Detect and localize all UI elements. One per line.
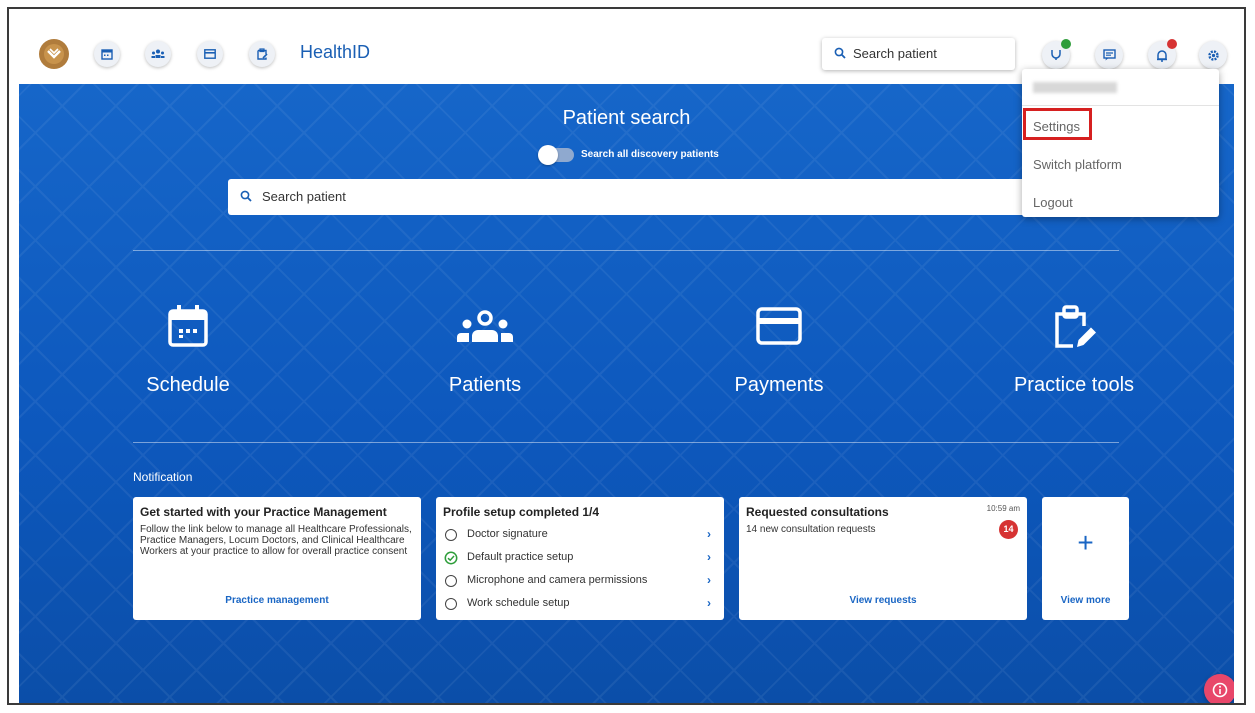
nav-schedule-button[interactable] (94, 41, 120, 67)
chevron-right-icon: › (707, 596, 711, 610)
search-icon (240, 190, 252, 202)
view-requests-link[interactable]: View requests (739, 595, 1027, 606)
tile-patients[interactable]: Patients (385, 304, 585, 397)
patient-search-placeholder: Search patient (262, 189, 346, 204)
help-fab[interactable] (1204, 674, 1234, 703)
checklist-item-label: Microphone and camera permissions (467, 574, 648, 586)
checklist-item-label: Work schedule setup (467, 597, 570, 609)
settings-highlight-box (1023, 108, 1092, 140)
unchecked-circle-icon (445, 575, 457, 587)
view-more-card[interactable]: + View more (1042, 497, 1129, 620)
unchecked-circle-icon (445, 598, 457, 610)
checklist-item-doctor-signature[interactable]: Doctor signature › (443, 527, 717, 551)
header-search-placeholder: Search patient (853, 46, 937, 61)
chevron-right-icon: › (707, 527, 711, 541)
people-icon (151, 49, 165, 58)
requested-consultations-card: Requested consultations 10:59 am 14 new … (739, 497, 1027, 620)
status-button[interactable] (1042, 39, 1071, 69)
settings-button[interactable] (1199, 41, 1227, 69)
divider (133, 442, 1119, 443)
checklist-item-default-practice[interactable]: Default practice setup › (443, 550, 717, 574)
profile-setup-card: Profile setup completed 1/4 Doctor signa… (436, 497, 724, 620)
calendar-icon (168, 305, 208, 347)
gear-icon (1207, 49, 1219, 61)
checklist-item-label: Doctor signature (467, 528, 548, 540)
tile-label: Practice tools (1013, 374, 1135, 396)
patient-search-input[interactable]: Search patient (228, 179, 1029, 215)
consultation-count-badge: 14 (999, 520, 1018, 539)
toggle-knob (538, 145, 558, 165)
discovery-toggle-label: Search all discovery patients (581, 149, 719, 160)
messages-button[interactable] (1095, 41, 1123, 69)
card-body: 14 new consultation requests (746, 524, 876, 535)
card-title: Get started with your Practice Managemen… (140, 505, 387, 519)
logo-icon (44, 44, 64, 64)
clipboard-edit-icon (1055, 305, 1096, 348)
card-title: Requested consultations (746, 505, 889, 519)
tile-label: Payments (734, 374, 824, 396)
tile-label: Schedule (146, 374, 230, 396)
calendar-icon (101, 49, 113, 60)
practice-management-link[interactable]: Practice management (133, 595, 421, 606)
status-dot (1061, 39, 1071, 49)
divider (133, 250, 1119, 251)
tile-label: Patients (448, 374, 522, 396)
plus-icon: + (1077, 527, 1094, 558)
bell-icon (1157, 49, 1167, 62)
setup-checklist: Doctor signature › Default practice setu… (443, 527, 717, 620)
menu-divider (1022, 105, 1219, 106)
card-body: Follow the link below to manage all Heal… (140, 524, 412, 557)
header-search-input[interactable]: Search patient (822, 38, 1015, 70)
nav-practice-tools-button[interactable] (249, 41, 275, 67)
clipboard-edit-icon (257, 48, 268, 60)
discovery-toggle[interactable] (538, 145, 574, 165)
view-more-link[interactable]: View more (1042, 595, 1129, 606)
card-timestamp: 10:59 am (986, 504, 1020, 513)
info-icon (1212, 682, 1228, 698)
app-logo[interactable] (39, 39, 69, 69)
notification-section-title: Notification (133, 470, 193, 484)
card-title: Profile setup completed 1/4 (443, 505, 600, 519)
tile-schedule[interactable]: Schedule (88, 304, 288, 397)
menu-item-switch-platform[interactable]: Switch platform (1033, 157, 1122, 172)
notification-dot (1167, 39, 1177, 49)
chevron-right-icon: › (707, 573, 711, 587)
tile-practice-tools[interactable]: Practice tools (974, 304, 1174, 397)
card-icon (204, 49, 216, 59)
checklist-item-work-schedule[interactable]: Work schedule setup › (443, 596, 717, 620)
chevron-right-icon: › (707, 550, 711, 564)
account-dropdown-menu: Settings Switch platform Logout (1022, 69, 1219, 217)
search-icon (834, 47, 846, 59)
checklist-item-label: Default practice setup (467, 551, 574, 563)
app-frame: HealthID Search patient Patient search S… (7, 7, 1246, 705)
people-icon (457, 310, 513, 342)
tile-payments[interactable]: Payments (679, 304, 879, 397)
stethoscope-icon (1051, 50, 1061, 60)
menu-item-logout[interactable]: Logout (1033, 195, 1073, 210)
card-icon (756, 307, 802, 345)
user-name-redacted (1033, 82, 1117, 93)
brand-title: HealthID (300, 42, 371, 62)
notifications-button[interactable] (1148, 39, 1177, 69)
chat-icon (1102, 49, 1116, 61)
nav-payments-button[interactable] (197, 41, 223, 67)
practice-management-card: Get started with your Practice Managemen… (133, 497, 421, 620)
nav-patients-button[interactable] (145, 41, 171, 67)
check-circle-icon (444, 551, 458, 565)
checklist-item-mic-camera[interactable]: Microphone and camera permissions › (443, 573, 717, 597)
unchecked-circle-icon (445, 529, 457, 541)
